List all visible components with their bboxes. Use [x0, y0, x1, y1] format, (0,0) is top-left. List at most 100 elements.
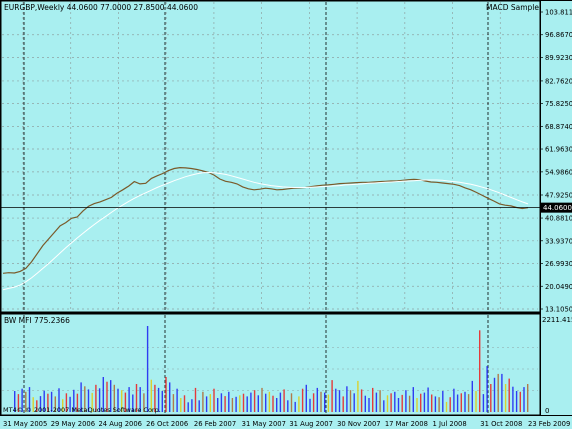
y-tick-label: 82.7620 [545, 77, 572, 85]
chart-window: 103.811 96.8670 89.9230 82.7620 75.8250 68.87… [0, 0, 572, 429]
mfi-bar [198, 400, 200, 412]
mfi-bar [324, 392, 326, 412]
indicator-label: MACD Sample [486, 3, 539, 12]
mfi-bar [187, 402, 189, 412]
y-tick-label: 89.9230 [545, 54, 572, 62]
mfi-bar [386, 395, 389, 412]
mfi-bar [294, 401, 296, 412]
mfi-bar [357, 380, 359, 412]
mfi-bar [287, 400, 289, 412]
mfi-bar [146, 326, 149, 412]
mfi-bar [283, 389, 285, 412]
mfi-bar [265, 393, 267, 412]
mfi-bar [475, 391, 477, 412]
mfi-bar [471, 380, 473, 412]
mfi-bar [316, 387, 318, 412]
mfi-bar [312, 393, 315, 412]
mfi-bar [486, 366, 488, 412]
mfi-bar [456, 394, 459, 412]
mfi-bar [239, 395, 241, 412]
mfi-bar [364, 395, 366, 412]
mfi-bar [169, 382, 171, 412]
y-tick-label: 68.8740 [545, 123, 572, 131]
y-tick-label: 75.8250 [545, 100, 572, 108]
y-tick-label: 26.9930 [545, 260, 572, 268]
mfi-bar [490, 384, 492, 412]
mfi-bar [519, 391, 521, 412]
x-tick-label: 29 May 2006 [51, 420, 95, 428]
x-tick-label: 26 Feb 2007 [194, 420, 236, 428]
mfi-bar [416, 398, 418, 412]
mfi-bar [464, 391, 466, 412]
mfi-bar [213, 388, 215, 412]
y-tick-label: 13.1050 [545, 306, 572, 314]
mfi-bar [209, 394, 211, 412]
mfi-bar [305, 384, 307, 412]
mfi-bar [527, 384, 529, 412]
mfi-bar [508, 378, 510, 412]
y-tick-label: 103.811 [545, 9, 572, 17]
mfi-bar [327, 394, 330, 412]
mfi-bar [161, 391, 163, 412]
mfi-bar [228, 391, 230, 412]
mfi-bar [408, 395, 411, 412]
mfi-bar [405, 390, 407, 412]
y-tick-label: 61.9630 [545, 146, 572, 154]
mfi-bar [512, 386, 514, 412]
mfi-bar [165, 377, 167, 412]
x-tick-label: 1 Jul 2008 [433, 420, 467, 428]
mfi-bar [383, 400, 385, 412]
mfi-bar [423, 392, 426, 412]
mfi-bar [276, 398, 278, 412]
y-tick-label: 20.0490 [545, 283, 572, 291]
mfi-zero-label: 0 [545, 407, 549, 415]
mfi-title: BW MFI 775.2366 [4, 316, 70, 325]
mfi-bar [202, 391, 204, 412]
mfi-bar [504, 384, 507, 412]
mfi-bar [372, 387, 374, 412]
mfi-bar [445, 401, 448, 412]
mfi-bar [331, 380, 333, 412]
mfi-bar [368, 398, 370, 412]
mfi-bar [220, 393, 223, 412]
mfi-bar [431, 394, 433, 412]
mfi-bar [397, 398, 400, 412]
mfi-bar [375, 392, 378, 412]
mfi-bar [253, 390, 256, 412]
x-tick-label: 17 Mar 2008 [385, 420, 428, 428]
x-tick-label: 31 Oct 2008 [480, 420, 522, 428]
mfi-bar [172, 394, 175, 412]
mfi-bar [235, 396, 237, 412]
mfi-bar [290, 393, 293, 412]
mfi-bar [438, 397, 440, 412]
mfi-bar [493, 377, 496, 412]
mfi-bar [335, 388, 337, 412]
mfi-bar [246, 396, 248, 412]
x-tick-label: 23 Feb 2009 [528, 420, 570, 428]
mfi-bar [279, 392, 282, 412]
x-tick-label: 31 May 2007 [242, 420, 286, 428]
main-chart-panel[interactable] [0, 0, 541, 313]
mfi-bar [453, 388, 455, 412]
mfi-bar [390, 393, 392, 412]
mfi-bar [272, 395, 274, 412]
mfi-bar [320, 391, 322, 412]
copyright-text: MT4© © 2001-2007 MetaQuotes Software Cor… [3, 406, 161, 414]
mfi-bar [191, 399, 193, 412]
x-tick-label: 31 Aug 2007 [289, 420, 333, 428]
mfi-bar [257, 395, 259, 412]
mfi-subwindow-panel[interactable] [0, 313, 541, 416]
y-tick-label: 33.9370 [545, 237, 572, 245]
mfi-bar [309, 398, 311, 412]
mfi-bar [224, 396, 226, 412]
current-price-tag-text: 44.0600 [543, 204, 572, 212]
mfi-bar [394, 391, 396, 412]
mfi-bar [342, 396, 344, 412]
y-tick-label: 47.9250 [545, 191, 572, 199]
y-tick-label: 54.9860 [545, 168, 572, 176]
y-tick-label: 40.8810 [545, 215, 572, 223]
mfi-bar [231, 398, 234, 412]
mfi-bar [194, 387, 197, 412]
mfi-bar [217, 398, 219, 412]
mfi-bar [176, 388, 178, 412]
